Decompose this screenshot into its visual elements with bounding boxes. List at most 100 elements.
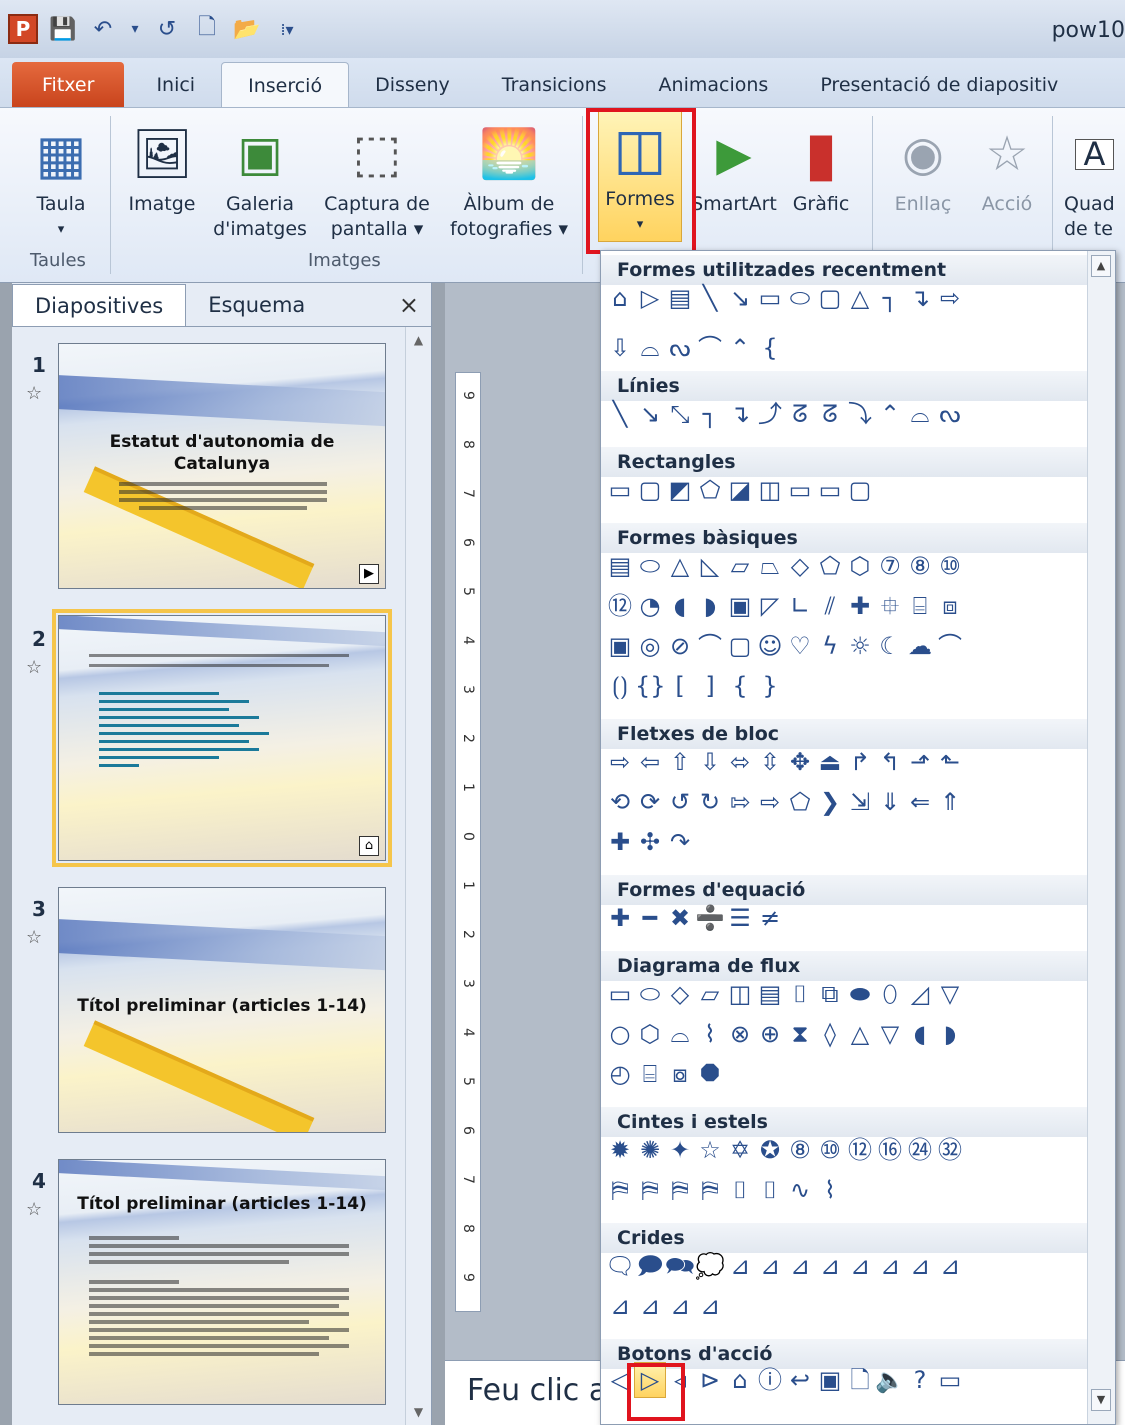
shape-item[interactable]: ✦ bbox=[665, 1133, 695, 1167]
shape-item[interactable]: ▢ bbox=[815, 281, 845, 315]
shape-item[interactable]: ☁ bbox=[905, 629, 935, 663]
shape-item[interactable]: ✡ bbox=[725, 1133, 755, 1167]
shape-item[interactable]: ⊕ bbox=[755, 1017, 785, 1051]
scroll-up-icon[interactable]: ▲ bbox=[1091, 255, 1111, 277]
shape-item[interactable]: ⬠ bbox=[695, 473, 725, 507]
shape-item[interactable]: ◊ bbox=[815, 1017, 845, 1051]
shape-item[interactable]: ━ bbox=[635, 901, 665, 935]
shape-item[interactable]: ▭ bbox=[605, 473, 635, 507]
shape-item[interactable]: ▱ bbox=[695, 977, 725, 1011]
shape-item[interactable]: {} bbox=[635, 669, 665, 703]
shape-item[interactable]: ╲ bbox=[605, 397, 635, 431]
shape-item[interactable]: ✪ bbox=[755, 1133, 785, 1167]
shape-item[interactable]: ⬯ bbox=[875, 977, 905, 1011]
shape-item[interactable]: ⧇ bbox=[665, 1057, 695, 1091]
shape-item[interactable]: ⛿ bbox=[695, 1173, 725, 1207]
shape-item[interactable]: ⌒ bbox=[695, 629, 725, 663]
scroll-down-icon[interactable]: ▼ bbox=[406, 1405, 431, 1419]
shape-item[interactable]: ⬡ bbox=[845, 549, 875, 583]
shape-item[interactable]: ⇲ bbox=[845, 785, 875, 819]
tab-design[interactable]: Disseny bbox=[349, 62, 476, 108]
shape-item[interactable]: ◸ bbox=[755, 589, 785, 623]
shape-item[interactable]: ◿ bbox=[905, 977, 935, 1011]
shape-item[interactable]: ↩ bbox=[785, 1363, 815, 1397]
shape-item[interactable]: ⌓ bbox=[665, 1017, 695, 1051]
shape-item[interactable]: ↺ bbox=[665, 785, 695, 819]
shape-item[interactable]: ⛿ bbox=[665, 1173, 695, 1207]
shape-item[interactable]: ⌸ bbox=[635, 1057, 665, 1091]
shape-item[interactable]: ▽ bbox=[875, 1017, 905, 1051]
shape-item[interactable]: ⊿ bbox=[845, 1249, 875, 1283]
shape-item[interactable]: ⊿ bbox=[875, 1249, 905, 1283]
shape-item[interactable]: ▭ bbox=[935, 1363, 965, 1397]
shape-item[interactable]: ≠ bbox=[755, 901, 785, 935]
shape-item[interactable]: ⌇ bbox=[695, 1017, 725, 1051]
shape-item[interactable]: ⇓ bbox=[875, 785, 905, 819]
shape-item[interactable]: ♡ bbox=[785, 629, 815, 663]
shape-item[interactable]: ↘ bbox=[635, 397, 665, 431]
shape-item[interactable]: ⤴ bbox=[755, 397, 785, 431]
slide-thumbnail-2[interactable]: ⌂ bbox=[52, 609, 392, 867]
shape-item[interactable]: ⌷ bbox=[785, 977, 815, 1011]
shape-item[interactable]: ⧉ bbox=[815, 977, 845, 1011]
tab-home[interactable]: Inici bbox=[130, 62, 221, 108]
shape-item[interactable]: ◖ bbox=[905, 1017, 935, 1051]
shape-item[interactable]: ┐ bbox=[695, 397, 725, 431]
new-file-icon[interactable]: 🗋 bbox=[192, 14, 222, 44]
shape-item[interactable]: △ bbox=[665, 549, 695, 583]
shape-item[interactable]: ⇩ bbox=[605, 331, 635, 365]
shape-item[interactable]: ⇳ bbox=[755, 745, 785, 779]
save-icon[interactable]: 💾 bbox=[48, 14, 78, 44]
shape-item[interactable]: ⛿ bbox=[605, 1173, 635, 1207]
shape-item[interactable]: ⬭ bbox=[785, 281, 815, 315]
shape-item[interactable]: △ bbox=[845, 281, 875, 315]
undo-dropdown-icon[interactable]: ▾ bbox=[128, 14, 142, 44]
shape-item[interactable]: △ bbox=[845, 1017, 875, 1051]
shape-item[interactable]: ▤ bbox=[755, 977, 785, 1011]
shape-item[interactable]: ⊿ bbox=[665, 1289, 695, 1323]
shape-item[interactable]: ⊿ bbox=[635, 1289, 665, 1323]
shape-item[interactable]: ◫ bbox=[755, 473, 785, 507]
shape-item[interactable]: ] bbox=[695, 669, 725, 703]
shape-item[interactable]: ○ bbox=[605, 1017, 635, 1051]
shape-item[interactable]: ▭ bbox=[815, 473, 845, 507]
tab-slides[interactable]: Diapositives bbox=[12, 284, 187, 326]
shape-item[interactable]: ▷ bbox=[635, 281, 665, 315]
shape-item[interactable]: ▢ bbox=[635, 473, 665, 507]
shape-item[interactable]: ⟲ bbox=[605, 785, 635, 819]
shape-item[interactable]: ▣ bbox=[815, 1363, 845, 1397]
shape-item[interactable]: ⌒ bbox=[935, 629, 965, 663]
shape-item[interactable]: ⬑ bbox=[935, 745, 965, 779]
shape-item[interactable]: ↷ bbox=[665, 825, 695, 859]
shape-item[interactable]: ⑧ bbox=[905, 549, 935, 583]
shape-item[interactable]: ⤵ bbox=[845, 397, 875, 431]
shape-item[interactable]: ⊿ bbox=[935, 1249, 965, 1283]
shape-item[interactable]: ◫ bbox=[725, 977, 755, 1011]
tab-animations[interactable]: Animacions bbox=[633, 62, 795, 108]
shape-item[interactable]: 🗋 bbox=[845, 1363, 875, 1397]
shape-item[interactable]: ⌂ bbox=[725, 1363, 755, 1397]
shape-item[interactable]: ⏏ bbox=[815, 745, 845, 779]
tab-file[interactable]: Fitxer bbox=[12, 62, 125, 108]
shape-item[interactable]: ▢ bbox=[845, 473, 875, 507]
shape-item[interactable]: 🗨 bbox=[605, 1249, 635, 1283]
shape-item[interactable]: ▣ bbox=[605, 629, 635, 663]
shape-item[interactable]: ⬏ bbox=[905, 745, 935, 779]
shape-item[interactable]: ⊿ bbox=[755, 1249, 785, 1283]
undo-icon[interactable]: ↶ bbox=[88, 14, 118, 44]
tab-outline[interactable]: Esquema bbox=[186, 284, 327, 326]
table-button[interactable]: ▦ Taula ▾ bbox=[18, 116, 104, 242]
shape-item[interactable]: ⌃ bbox=[875, 397, 905, 431]
shape-item[interactable]: ⫽ bbox=[815, 589, 845, 623]
shape-item[interactable]: 🔈 bbox=[875, 1363, 905, 1397]
shape-item[interactable]: ⊿ bbox=[785, 1249, 815, 1283]
shape-item[interactable]: ⑫ bbox=[605, 589, 635, 623]
gallery-scrollbar[interactable]: ▲ ▼ bbox=[1087, 251, 1115, 1424]
shape-item[interactable]: ⬡ bbox=[635, 1017, 665, 1051]
tab-transitions[interactable]: Transicions bbox=[476, 62, 633, 108]
tab-insert[interactable]: Inserció bbox=[221, 62, 350, 108]
shape-item[interactable]: ┐ bbox=[875, 281, 905, 315]
shape-item[interactable]: ⛿ bbox=[635, 1173, 665, 1207]
shape-item[interactable]: ◗ bbox=[695, 589, 725, 623]
shape-item[interactable]: ▣ bbox=[725, 589, 755, 623]
